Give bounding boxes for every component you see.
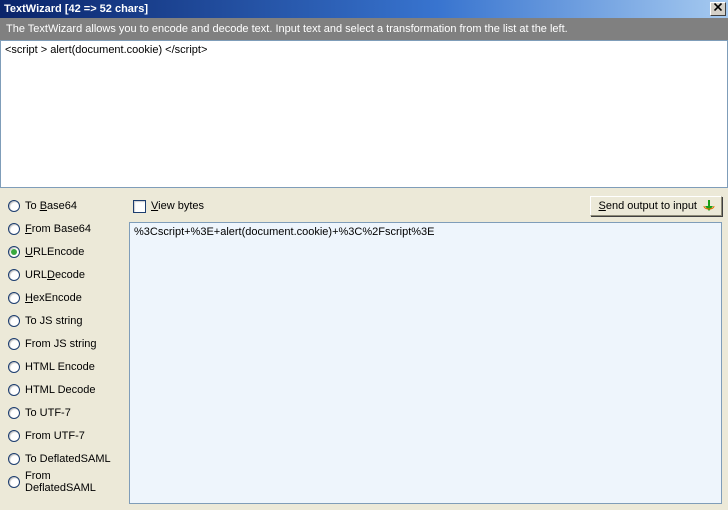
title-bar: TextWizard [42 => 52 chars] <box>0 0 728 18</box>
transform-option[interactable]: From JS string <box>8 332 123 355</box>
close-icon <box>714 3 722 11</box>
transform-label: URLEncode <box>25 246 84 258</box>
transform-option[interactable]: HTML Decode <box>8 378 123 401</box>
transform-label: From Base64 <box>25 223 91 235</box>
transform-option[interactable]: From Base64 <box>8 217 123 240</box>
radio-icon <box>8 430 20 442</box>
transform-label: HexEncode <box>25 292 82 304</box>
transform-option[interactable]: URLDecode <box>8 263 123 286</box>
input-textarea[interactable]: <script > alert(document.cookie) </scrip… <box>0 40 728 188</box>
transform-option[interactable]: From DeflatedSAML <box>8 470 123 493</box>
description-bar: The TextWizard allows you to encode and … <box>0 18 728 40</box>
transform-sidebar: To Base64 From Base64 URLEncode URLDecode He… <box>0 188 127 510</box>
transform-option[interactable]: HexEncode <box>8 286 123 309</box>
send-button-label: Send output to input <box>599 200 697 212</box>
output-textarea[interactable]: %3Cscript+%3E+alert(document.cookie)+%3C… <box>129 222 722 504</box>
transform-label: To DeflatedSAML <box>25 453 111 465</box>
transform-option[interactable]: URLEncode <box>8 240 123 263</box>
radio-icon <box>8 246 20 258</box>
transform-option[interactable]: HTML Encode <box>8 355 123 378</box>
radio-icon <box>8 200 20 212</box>
radio-icon <box>8 361 20 373</box>
radio-icon <box>8 315 20 327</box>
transform-option[interactable]: From UTF-7 <box>8 424 123 447</box>
checkbox-icon <box>133 200 146 213</box>
window-title: TextWizard [42 => 52 chars] <box>4 0 148 18</box>
transform-option[interactable]: To UTF-7 <box>8 401 123 424</box>
output-panel: View bytes Send output to input %3Cscrip… <box>127 188 728 510</box>
view-bytes-label: View bytes <box>151 200 204 212</box>
radio-icon <box>8 292 20 304</box>
radio-icon <box>8 223 20 235</box>
transform-label: To UTF-7 <box>25 407 71 419</box>
lower-panel: To Base64 From Base64 URLEncode URLDecode He… <box>0 188 728 510</box>
close-button[interactable] <box>710 2 726 16</box>
radio-icon <box>8 476 20 488</box>
transform-label: From JS string <box>25 338 97 350</box>
radio-icon <box>8 384 20 396</box>
transform-label: HTML Decode <box>25 384 96 396</box>
transform-label: From DeflatedSAML <box>25 470 123 494</box>
radio-icon <box>8 453 20 465</box>
transform-label: To Base64 <box>25 200 77 212</box>
output-toolbar: View bytes Send output to input <box>129 194 722 218</box>
transform-label: HTML Encode <box>25 361 95 373</box>
radio-icon <box>8 338 20 350</box>
transform-option[interactable]: To DeflatedSAML <box>8 447 123 470</box>
transform-label: From UTF-7 <box>25 430 85 442</box>
transform-option[interactable]: To JS string <box>8 309 123 332</box>
radio-icon <box>8 407 20 419</box>
send-output-to-input-button[interactable]: Send output to input <box>590 196 722 216</box>
transform-label: URLDecode <box>25 269 85 281</box>
send-arrow-icon <box>703 199 715 213</box>
transform-label: To JS string <box>25 315 82 327</box>
view-bytes-checkbox[interactable]: View bytes <box>129 200 204 213</box>
radio-icon <box>8 269 20 281</box>
transform-option[interactable]: To Base64 <box>8 194 123 217</box>
